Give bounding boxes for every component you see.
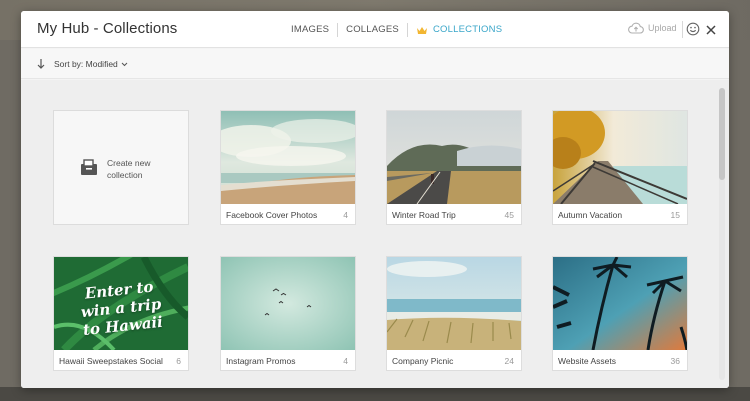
collection-name: Autumn Vacation bbox=[558, 210, 623, 220]
collection-name: Company Picnic bbox=[392, 356, 454, 366]
tab-collections[interactable]: COLLECTIONS bbox=[408, 23, 510, 37]
collection-count: 45 bbox=[504, 210, 514, 220]
sort-toolbar: Sort by: Modified bbox=[21, 49, 729, 79]
collection-count: 4 bbox=[343, 210, 348, 220]
collection-card[interactable]: Winter Road Trip 45 bbox=[386, 110, 522, 225]
crown-icon bbox=[416, 26, 428, 35]
feedback-smiley-icon[interactable] bbox=[686, 22, 700, 41]
collection-card[interactable]: Facebook Cover Photos 4 bbox=[220, 110, 356, 225]
collection-name: Winter Road Trip bbox=[392, 210, 456, 220]
collections-grid: Create new collection Facebook Cover Pho… bbox=[21, 80, 729, 388]
tab-images[interactable]: IMAGES bbox=[283, 23, 337, 37]
page-title: My Hub - Collections bbox=[37, 20, 178, 37]
scrollbar-thumb[interactable] bbox=[719, 88, 725, 180]
collection-count: 6 bbox=[176, 356, 181, 366]
new-collection-label: Create new collection bbox=[107, 158, 151, 180]
collection-name: Instagram Promos bbox=[226, 356, 296, 366]
collection-name: Website Assets bbox=[558, 356, 616, 366]
new-collection-icon bbox=[80, 158, 98, 181]
background-app-footer bbox=[0, 387, 750, 401]
collection-name: Facebook Cover Photos bbox=[226, 210, 318, 220]
collections-modal: My Hub - Collections IMAGES COLLAGES COL… bbox=[21, 11, 729, 388]
sort-dropdown-label: Sort by: Modified bbox=[54, 59, 118, 69]
modal-header: My Hub - Collections IMAGES COLLAGES COL… bbox=[21, 11, 729, 48]
collection-count: 4 bbox=[343, 356, 348, 366]
upload-button[interactable]: Upload bbox=[628, 22, 677, 34]
header-divider bbox=[682, 21, 683, 38]
create-new-collection-button[interactable]: Create new collection bbox=[53, 110, 189, 225]
collection-count: 15 bbox=[670, 210, 680, 220]
collection-card[interactable]: Website Assets 36 bbox=[552, 256, 688, 371]
collection-card[interactable]: Enter to win a trip to Hawaii Hawaii Swe… bbox=[53, 256, 189, 371]
sort-dropdown[interactable]: Sort by: Modified bbox=[54, 59, 128, 69]
grid-scrollbar[interactable] bbox=[719, 88, 725, 380]
collection-thumbnail bbox=[387, 257, 521, 350]
tab-collages[interactable]: COLLAGES bbox=[338, 23, 407, 37]
cloud-upload-icon bbox=[628, 22, 644, 34]
collection-thumbnail bbox=[553, 257, 687, 350]
upload-label: Upload bbox=[648, 23, 677, 33]
collection-card[interactable]: Autumn Vacation 15 bbox=[552, 110, 688, 225]
close-icon[interactable] bbox=[705, 23, 717, 41]
tab-collections-label: COLLECTIONS bbox=[432, 24, 503, 35]
collection-thumbnail bbox=[221, 111, 355, 204]
collection-card[interactable]: Company Picnic 24 bbox=[386, 256, 522, 371]
sort-direction-icon[interactable] bbox=[36, 57, 46, 75]
collection-card[interactable]: Instagram Promos 4 bbox=[220, 256, 356, 371]
collection-thumbnail bbox=[221, 257, 355, 350]
collection-thumbnail bbox=[553, 111, 687, 204]
collection-name: Hawaii Sweepstakes Social bbox=[59, 356, 163, 366]
collection-thumbnail bbox=[387, 111, 521, 204]
collection-count: 24 bbox=[504, 356, 514, 366]
tab-bar: IMAGES COLLAGES COLLECTIONS bbox=[283, 23, 510, 37]
collection-count: 36 bbox=[670, 356, 680, 366]
collection-thumbnail: Enter to win a trip to Hawaii bbox=[54, 257, 188, 350]
chevron-down-icon bbox=[121, 62, 128, 66]
